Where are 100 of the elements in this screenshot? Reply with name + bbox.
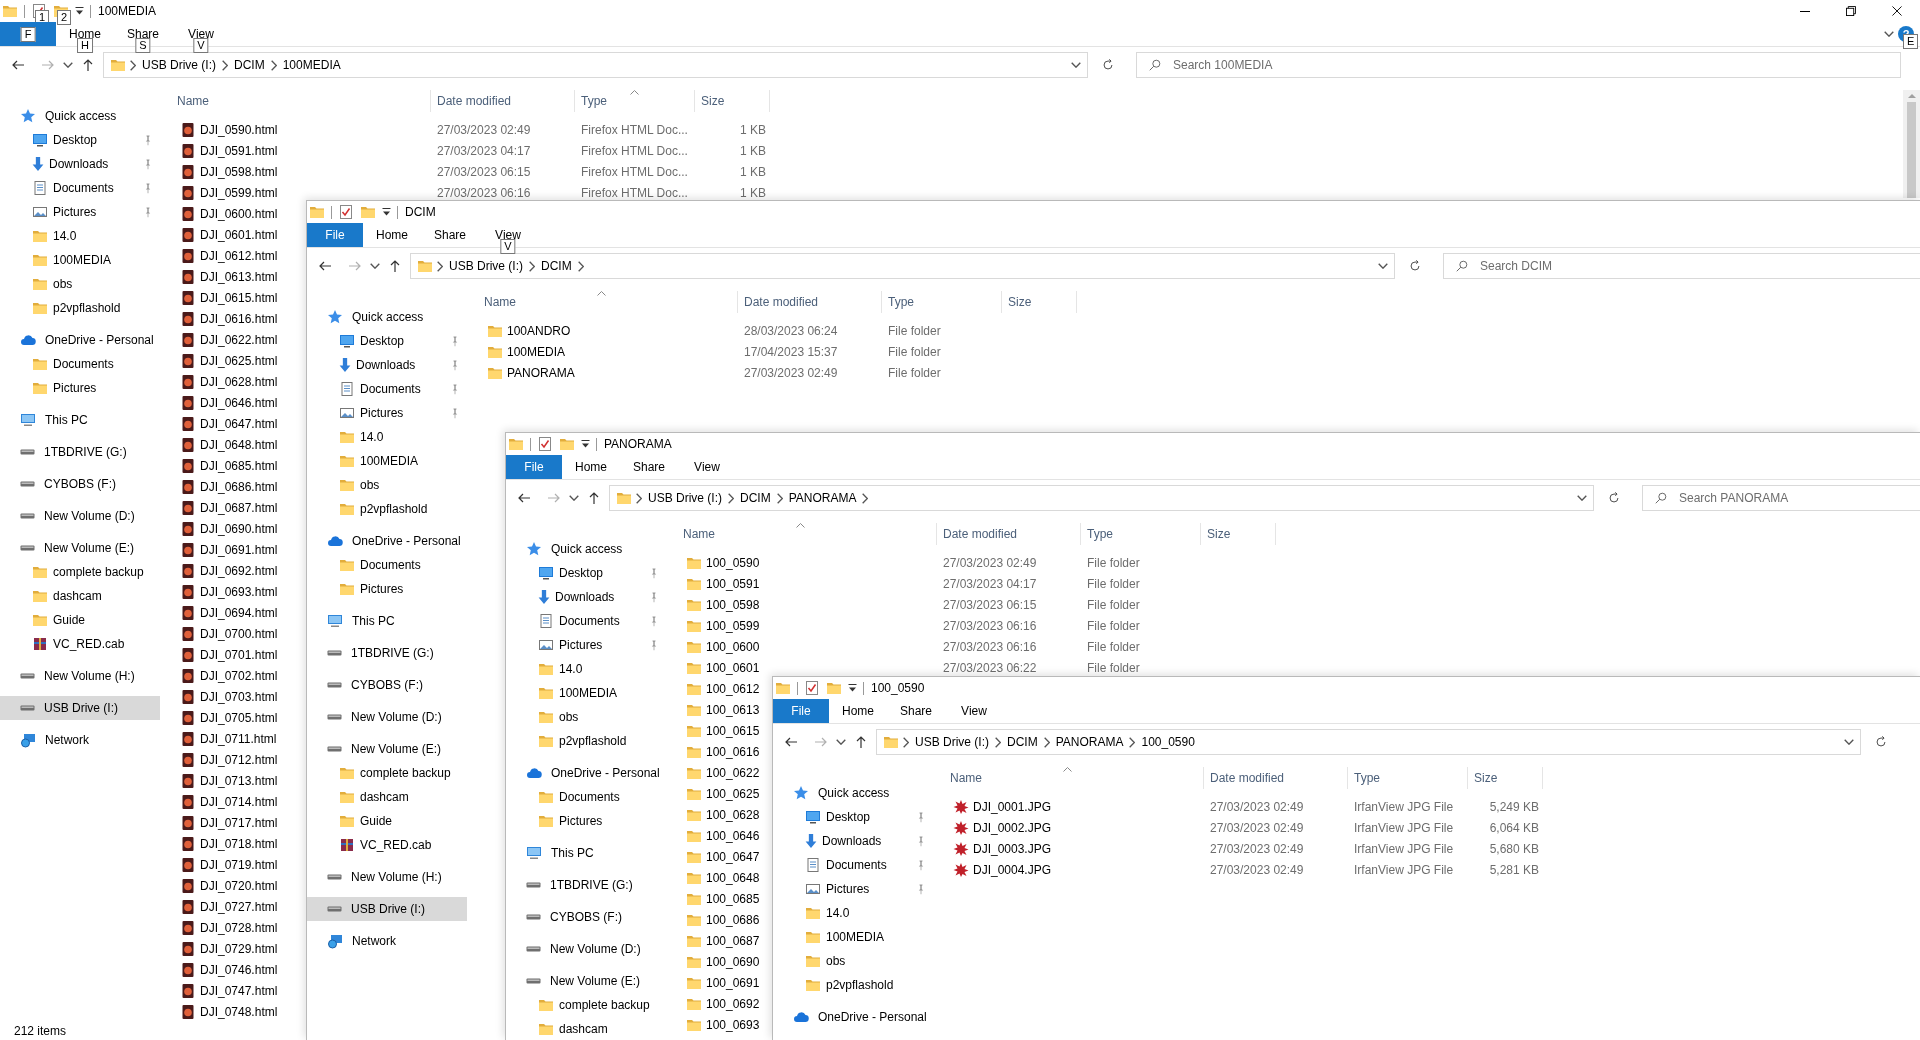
file-name[interactable]: DJI_0747.html (200, 984, 278, 998)
nav-item[interactable]: p2vpflashold (307, 497, 467, 521)
dropdown-icon[interactable] (1577, 495, 1587, 501)
file-name[interactable]: 100_0628 (706, 808, 760, 822)
scroll-up-icon[interactable] (1907, 94, 1916, 98)
nav-item[interactable]: New Volume (H:) (307, 865, 467, 889)
nav-item[interactable]: Downloads (506, 585, 666, 609)
breadcrumb-item[interactable]: DCIM (539, 259, 574, 273)
file-name[interactable]: DJI_0622.html (200, 333, 278, 347)
properties-icon[interactable] (338, 204, 354, 220)
file-name[interactable]: DJI_0701.html (200, 648, 278, 662)
column-header[interactable]: Date modified (738, 291, 882, 313)
breadcrumb-item[interactable]: USB Drive (I:) (646, 491, 724, 505)
file-name[interactable]: 100_0598 (706, 598, 760, 612)
nav-item[interactable]: dashcam (506, 1017, 666, 1040)
file-name[interactable]: DJI_0628.html (200, 375, 278, 389)
file-name[interactable]: DJI_0711.html (200, 732, 277, 746)
nav-item[interactable]: USB Drive (I:) (0, 696, 160, 720)
nav-item[interactable]: Documents (307, 377, 467, 401)
file-name[interactable]: DJI_0601.html (200, 228, 278, 242)
file-name[interactable]: 100_0685 (706, 892, 760, 906)
nav-item[interactable]: CYBOBS (F:) (307, 673, 467, 697)
nav-item[interactable]: 14.0 (307, 425, 467, 449)
nav-item[interactable]: OneDrive - Personal (773, 1005, 933, 1029)
nav-item[interactable]: OneDrive - Personal (307, 529, 467, 553)
search-field[interactable]: Search DCIM (1443, 253, 1920, 279)
nav-item[interactable]: This PC (307, 609, 467, 633)
file-name[interactable]: DJI_0612.html (200, 249, 278, 263)
ribbon-expand-icon[interactable] (1884, 31, 1894, 37)
ribbon-tab[interactable]: Home (829, 699, 887, 723)
nav-item[interactable]: Desktop (307, 329, 467, 353)
file-name[interactable]: 100_0616 (706, 745, 760, 759)
nav-item[interactable]: Pictures (773, 877, 933, 901)
nav-item[interactable]: dashcam (307, 785, 467, 809)
file-name[interactable]: 100_0686 (706, 913, 760, 927)
nav-item[interactable]: Quick access (773, 781, 933, 805)
nav-item[interactable]: 100MEDIA (0, 248, 160, 272)
file-name[interactable]: 100_0622 (706, 766, 760, 780)
nav-item[interactable]: This PC (0, 408, 160, 432)
search-field[interactable]: Search PANORAMA (1642, 485, 1920, 511)
file-name[interactable]: 100_0687 (706, 934, 760, 948)
nav-item[interactable]: Network (0, 728, 160, 752)
file-name[interactable]: DJI_0686.html (200, 480, 278, 494)
file-name[interactable]: DJI_0713.html (200, 774, 278, 788)
breadcrumb-item[interactable]: 100_0590 (1139, 735, 1197, 749)
nav-item[interactable]: obs (773, 949, 933, 973)
breadcrumb-item[interactable]: USB Drive (I:) (447, 259, 525, 273)
ribbon-tab[interactable]: Share (887, 699, 945, 723)
ribbon-tab[interactable]: Home (562, 455, 620, 479)
column-header[interactable]: Name (666, 523, 937, 545)
dropdown-icon[interactable] (1844, 739, 1854, 745)
ribbon-tab[interactable]: Home (363, 223, 421, 247)
file-name[interactable]: DJI_0001.JPG (973, 800, 1052, 814)
column-header[interactable]: Date modified (1204, 767, 1348, 789)
nav-item[interactable]: 1TBDRIVE (G:) (506, 873, 666, 897)
nav-item[interactable]: VC_RED.cab (0, 632, 160, 656)
file-name[interactable]: DJI_0694.html (200, 606, 278, 620)
column-header[interactable]: Size (1468, 767, 1543, 789)
file-name[interactable]: DJI_0705.html (200, 711, 278, 725)
dropdown-icon[interactable] (581, 440, 590, 448)
column-header[interactable]: Type (1081, 523, 1201, 545)
ribbon-tab[interactable]: Share (421, 223, 479, 247)
nav-item[interactable]: Pictures (0, 200, 160, 224)
nav-item[interactable]: 14.0 (773, 901, 933, 925)
column-header[interactable]: Name (160, 90, 431, 112)
file-name[interactable]: DJI_0746.html (200, 963, 278, 977)
nav-item[interactable]: Documents (307, 553, 467, 577)
file-name[interactable]: DJI_0719.html (200, 858, 278, 872)
file-name[interactable]: DJI_0693.html (200, 585, 278, 599)
file-name[interactable]: DJI_0748.html (200, 1005, 278, 1019)
column-header[interactable]: Date modified (431, 90, 575, 112)
file-name[interactable]: 100_0692 (706, 997, 760, 1011)
dropdown-icon[interactable] (382, 208, 391, 216)
dropdown-icon[interactable] (848, 684, 857, 692)
column-header[interactable]: Name (933, 767, 1204, 789)
nav-item[interactable]: OneDrive - Personal (506, 761, 666, 785)
nav-item[interactable]: Network (307, 929, 467, 953)
nav-item[interactable]: Downloads (307, 353, 467, 377)
breadcrumb-item[interactable]: DCIM (738, 491, 773, 505)
file-name[interactable]: DJI_0691.html (200, 543, 278, 557)
column-header[interactable]: Date modified (937, 523, 1081, 545)
file-name[interactable]: DJI_0690.html (200, 522, 278, 536)
file-name[interactable]: 100_0647 (706, 850, 760, 864)
nav-item[interactable]: VC_RED.cab (307, 833, 467, 857)
nav-item[interactable]: p2vpflashold (0, 296, 160, 320)
ribbon-tab[interactable]: View (678, 455, 736, 479)
file-name[interactable]: DJI_0720.html (200, 879, 278, 893)
nav-item[interactable]: New Volume (E:) (307, 737, 467, 761)
nav-item[interactable]: Documents (0, 352, 160, 376)
file-name[interactable]: DJI_0616.html (200, 312, 278, 326)
nav-item[interactable]: complete backup (0, 560, 160, 584)
nav-item[interactable]: obs (307, 473, 467, 497)
dropdown-icon[interactable] (75, 7, 84, 15)
scrollbar-thumb[interactable] (1907, 102, 1916, 198)
file-name[interactable]: DJI_0625.html (200, 354, 278, 368)
nav-item[interactable]: Documents (506, 785, 666, 809)
file-name[interactable]: DJI_0718.html (200, 837, 278, 851)
search-field[interactable]: Search 100MEDIA (1136, 52, 1901, 78)
nav-item[interactable]: p2vpflashold (506, 729, 666, 753)
nav-item[interactable]: Pictures (307, 401, 467, 425)
